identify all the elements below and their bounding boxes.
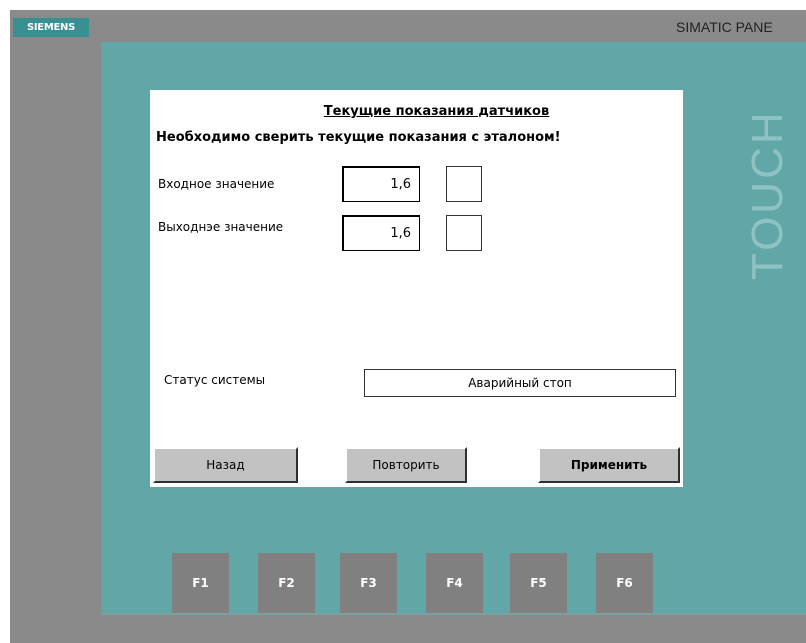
touch-brand-text: TOUCH — [743, 109, 792, 280]
input-value-label: Входное значение — [158, 177, 275, 191]
panel-model-label: SIMATIC PANE — [676, 19, 773, 35]
back-button[interactable]: Назад — [153, 447, 298, 483]
output-value-field[interactable]: 1,6 — [342, 215, 420, 251]
function-key-f6[interactable]: F6 — [596, 553, 653, 613]
output-check-box[interactable] — [446, 215, 482, 251]
siemens-logo: SIEMENS — [13, 18, 89, 37]
function-key-f3[interactable]: F3 — [340, 553, 397, 613]
bezel-bottom-edge — [101, 613, 806, 615]
output-value-label: Выходнэе значение — [158, 220, 284, 234]
page-subtitle: Необходимо сверить текущие показания с э… — [156, 130, 561, 145]
page-title: Текущие показания датчиков — [323, 104, 550, 119]
hmi-screen: Текущие показания датчиков Необходимо св… — [150, 90, 683, 487]
input-check-box[interactable] — [446, 166, 482, 202]
function-key-f4[interactable]: F4 — [426, 553, 483, 613]
input-value-field[interactable]: 1,6 — [342, 166, 420, 202]
retry-button[interactable]: Повторить — [345, 447, 467, 483]
function-key-f5[interactable]: F5 — [510, 553, 567, 613]
function-key-f2[interactable]: F2 — [258, 553, 315, 613]
apply-button[interactable]: Применить — [538, 447, 680, 483]
function-key-f1[interactable]: F1 — [172, 553, 229, 613]
system-status-field: Аварийный стоп — [364, 369, 676, 397]
system-status-label: Статус системы — [164, 373, 266, 387]
